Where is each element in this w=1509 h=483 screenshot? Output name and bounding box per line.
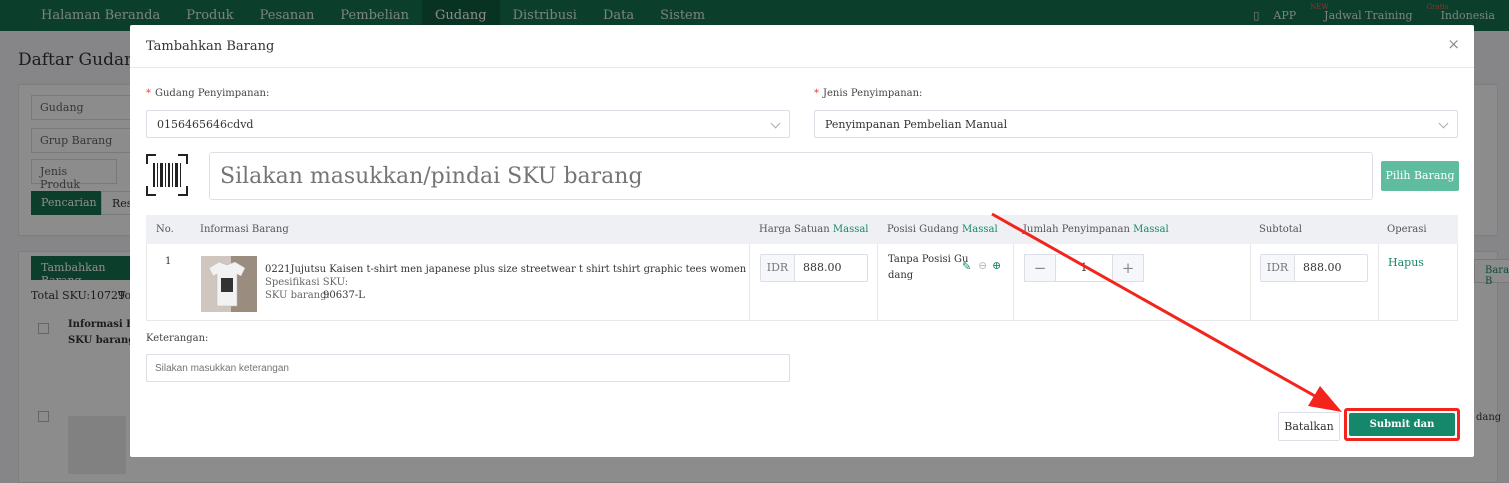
massal-posisi-link[interactable]: Massal xyxy=(962,224,998,235)
quantity-value[interactable]: 1 xyxy=(1055,255,1113,281)
row-number: 1 xyxy=(165,256,172,267)
pick-item-button[interactable]: Pilih Barang xyxy=(1381,161,1459,191)
subtotal-currency-prefix: IDR xyxy=(1261,255,1295,281)
sku-label: SKU barang: xyxy=(265,290,330,301)
position-text: Tanpa Posisi Gu dang xyxy=(888,254,969,281)
subtotal-field: IDR 888.00 xyxy=(1260,254,1368,282)
table-row: 1 0221Jujutsu Kaisen t-shirt men japanes… xyxy=(146,244,1458,321)
header-harga: Harga Satuan Massal xyxy=(759,224,869,235)
currency-prefix: IDR xyxy=(761,255,795,281)
jenis-label: * Jenis Penyimpanan: xyxy=(814,88,923,99)
note-input[interactable] xyxy=(146,354,790,382)
gudang-label: * Gudang Penyimpanan: xyxy=(146,88,270,99)
modal-header: Tambahkan Barang × xyxy=(130,25,1474,68)
chevron-down-icon xyxy=(1438,118,1449,129)
decrement-button[interactable]: − xyxy=(1025,255,1055,281)
modal-title: Tambahkan Barang xyxy=(146,39,275,54)
massal-jumlah-link[interactable]: Massal xyxy=(1133,224,1169,235)
minus-circle-icon[interactable]: ⊖ xyxy=(978,259,987,272)
tshirt-icon xyxy=(201,256,257,312)
price-value: 888.00 xyxy=(803,261,842,274)
jenis-select[interactable]: Penyimpanan Pembelian Manual xyxy=(814,110,1458,138)
header-jumlah: Jumlah Penyimpanan Massal xyxy=(1023,224,1169,235)
product-image xyxy=(201,256,257,312)
sku-search-input[interactable] xyxy=(209,152,1373,200)
chevron-down-icon xyxy=(770,118,781,129)
plus-circle-icon[interactable]: ⊕ xyxy=(992,259,1001,272)
add-item-modal: Tambahkan Barang × * Gudang Penyimpanan: … xyxy=(130,25,1474,457)
sku-spec-label: Spesifikasi SKU: xyxy=(265,277,349,288)
sku-value: 90637-L xyxy=(323,290,365,301)
header-subtotal: Subtotal xyxy=(1259,224,1302,235)
product-name: 0221Jujutsu Kaisen t-shirt men japanese … xyxy=(265,264,747,275)
submit-button[interactable]: Submit dan Simpan xyxy=(1349,413,1455,453)
cancel-button[interactable]: Batalkan xyxy=(1278,412,1340,441)
note-label: Keterangan: xyxy=(146,333,209,344)
edit-icon[interactable]: ✎ xyxy=(962,260,971,273)
close-icon[interactable]: × xyxy=(1447,35,1460,53)
header-operasi: Operasi xyxy=(1387,224,1427,235)
table-header: No. Informasi Barang Harga Satuan Massal… xyxy=(146,215,1458,244)
header-info: Informasi Barang xyxy=(200,224,289,235)
submit-highlight: Submit dan Simpan xyxy=(1344,408,1460,453)
price-input[interactable]: IDR 888.00 xyxy=(760,254,868,282)
header-no: No. xyxy=(156,224,174,235)
header-posisi: Posisi Gudang Massal xyxy=(887,224,998,235)
items-table: No. Informasi Barang Harga Satuan Massal… xyxy=(146,215,1458,321)
quantity-stepper: − 1 + xyxy=(1024,254,1144,282)
massal-harga-link[interactable]: Massal xyxy=(833,224,869,235)
delete-link[interactable]: Hapus xyxy=(1388,256,1424,269)
increment-button[interactable]: + xyxy=(1113,255,1143,281)
subtotal-value: 888.00 xyxy=(1303,261,1342,274)
barcode-scan-icon[interactable] xyxy=(146,154,188,196)
gudang-select[interactable]: 0156465646cdvd xyxy=(146,110,790,138)
